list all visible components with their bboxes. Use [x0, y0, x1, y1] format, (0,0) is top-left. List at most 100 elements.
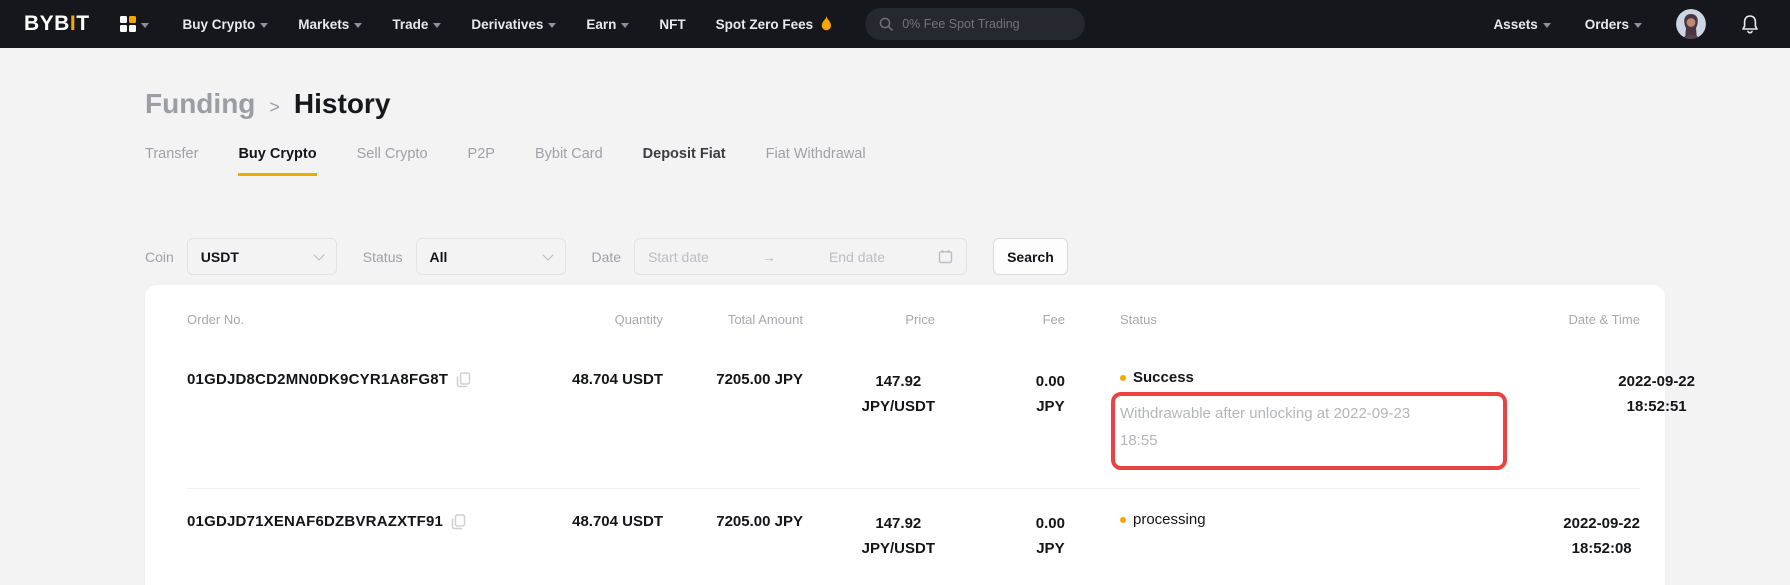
price-value: 147.92 — [862, 511, 935, 536]
chevron-down-icon — [260, 23, 268, 28]
tab-buy-crypto[interactable]: Buy Crypto — [238, 146, 316, 176]
chevron-down-icon — [141, 23, 149, 28]
date-value: 2022-09-22 — [1563, 511, 1640, 536]
nav-item-markets[interactable]: Markets — [298, 17, 362, 32]
date-time-cell: 2022-09-2218:52:08 — [1465, 511, 1640, 561]
search-placeholder: 0% Fee Spot Trading — [902, 17, 1019, 31]
end-date-placeholder: End date — [829, 249, 885, 265]
nav-item-trade[interactable]: Trade — [392, 17, 441, 32]
tab-fiat-withdrawal[interactable]: Fiat Withdrawal — [766, 146, 866, 176]
main-nav: Buy Crypto Markets Trade Derivatives Ear… — [183, 16, 834, 32]
coin-select[interactable]: USDT — [187, 238, 337, 275]
column-header-status: Status — [1065, 312, 1465, 327]
chevron-down-icon — [548, 23, 556, 28]
total-amount-cell: 7205.00 JPY — [663, 511, 803, 533]
status-line: processing — [1120, 511, 1465, 528]
account-nav: Assets Orders — [1493, 9, 1760, 39]
nav-item-spot-zero-fees[interactable]: Spot Zero Fees — [716, 16, 834, 32]
fee-unit: JPY — [1036, 394, 1065, 419]
date-time-cell: 2022-09-2218:52:51 — [1520, 369, 1695, 419]
nav-item-label: Trade — [392, 17, 428, 32]
nav-item-earn[interactable]: Earn — [586, 17, 629, 32]
price-unit: JPY/USDT — [862, 394, 935, 419]
tab-bybit-card[interactable]: Bybit Card — [535, 146, 603, 176]
order-no-cell: 01GDJD8CD2MN0DK9CYR1A8FG8T — [187, 369, 533, 391]
table-header-row: Order No. Quantity Total Amount Price Fe… — [187, 299, 1640, 339]
coin-select-value: USDT — [201, 249, 239, 265]
order-no-cell: 01GDJD71XENAF6DZBVRAZXTF91 — [187, 511, 533, 533]
table-row: 01GDJD8CD2MN0DK9CYR1A8FG8T 48.704 USDT 7… — [187, 339, 1640, 489]
date-range-input[interactable]: Start date → End date — [634, 238, 967, 275]
quantity-cell: 48.704 USDT — [533, 369, 663, 391]
status-note-line: Withdrawable after unlocking at 2022-09-… — [1120, 400, 1492, 427]
fee-value: 0.00 — [1036, 369, 1065, 394]
logo-text: BYB — [24, 12, 70, 35]
filter-bar: Coin USDT Status All Date Start date → E… — [145, 238, 1790, 275]
global-search-input[interactable]: 0% Fee Spot Trading — [865, 8, 1085, 40]
tab-p2p[interactable]: P2P — [468, 146, 495, 176]
breadcrumb-funding[interactable]: Funding — [145, 88, 255, 120]
chevron-down-icon — [313, 249, 324, 260]
status-select[interactable]: All — [416, 238, 566, 275]
column-header-total-amount: Total Amount — [663, 312, 803, 327]
time-value: 18:52:51 — [1618, 394, 1695, 419]
nav-item-label: Markets — [298, 17, 349, 32]
price-value: 147.92 — [862, 369, 935, 394]
nav-item-label: Orders — [1585, 17, 1629, 32]
copy-icon[interactable] — [451, 514, 466, 530]
range-arrow: → — [762, 249, 776, 265]
avatar-image — [1676, 9, 1706, 39]
total-amount-cell: 7205.00 JPY — [663, 369, 803, 391]
table-row: 01GDJD71XENAF6DZBVRAZXTF91 48.704 USDT 7… — [187, 489, 1640, 585]
nav-item-assets[interactable]: Assets — [1493, 17, 1550, 32]
fee-cell: 0.00JPY — [935, 369, 1065, 419]
date-filter-label: Date — [592, 249, 622, 265]
chevron-down-icon — [621, 23, 629, 28]
chevron-down-icon — [1543, 23, 1551, 28]
tab-transfer[interactable]: Transfer — [145, 146, 198, 176]
breadcrumb: Funding > History — [145, 88, 1790, 120]
status-select-value: All — [430, 249, 448, 265]
history-tabs: Transfer Buy Crypto Sell Crypto P2P Bybi… — [145, 146, 1790, 176]
nav-item-derivatives[interactable]: Derivatives — [471, 17, 556, 32]
apps-menu-button[interactable] — [120, 16, 149, 32]
quantity-cell: 48.704 USDT — [533, 511, 663, 533]
nav-item-orders[interactable]: Orders — [1585, 17, 1642, 32]
nav-item-label: Derivatives — [471, 17, 543, 32]
order-no-value: 01GDJD8CD2MN0DK9CYR1A8FG8T — [187, 369, 448, 391]
logo-text: T — [76, 12, 89, 35]
notifications-button[interactable] — [1740, 14, 1760, 35]
page-content: Funding > History Transfer Buy Crypto Se… — [0, 88, 1790, 585]
nav-item-label: Spot Zero Fees — [716, 17, 814, 32]
nav-item-label: NFT — [659, 17, 685, 32]
price-cell: 147.92JPY/USDT — [803, 369, 935, 419]
bybit-logo[interactable]: BYBIT — [24, 12, 90, 36]
tab-deposit-fiat[interactable]: Deposit Fiat — [643, 146, 726, 176]
bell-icon — [1740, 14, 1760, 35]
price-cell: 147.92JPY/USDT — [803, 511, 935, 561]
chevron-down-icon — [433, 23, 441, 28]
status-cell: Success Withdrawable after unlocking at … — [1065, 369, 1520, 454]
status-dot-icon — [1120, 517, 1126, 523]
status-value: processing — [1133, 511, 1206, 528]
chevron-down-icon — [542, 249, 553, 260]
tab-sell-crypto[interactable]: Sell Crypto — [357, 146, 428, 176]
nav-item-nft[interactable]: NFT — [659, 17, 685, 32]
column-header-date-time: Date & Time — [1465, 312, 1640, 327]
nav-item-buy-crypto[interactable]: Buy Crypto — [183, 17, 269, 32]
column-header-order-no: Order No. — [187, 312, 533, 327]
nav-item-label: Assets — [1493, 17, 1537, 32]
start-date-placeholder: Start date — [648, 249, 709, 265]
copy-icon[interactable] — [456, 372, 471, 388]
fee-unit: JPY — [1036, 536, 1065, 561]
status-note-line: 18:55 — [1120, 427, 1492, 454]
search-button[interactable]: Search — [993, 238, 1068, 275]
nav-item-label: Earn — [586, 17, 616, 32]
flame-icon — [820, 16, 833, 32]
status-line: Success — [1120, 369, 1520, 386]
column-header-quantity: Quantity — [533, 312, 663, 327]
chevron-down-icon — [1634, 23, 1642, 28]
calendar-icon — [938, 249, 953, 264]
coin-filter-label: Coin — [145, 249, 174, 265]
user-avatar[interactable] — [1676, 9, 1706, 39]
